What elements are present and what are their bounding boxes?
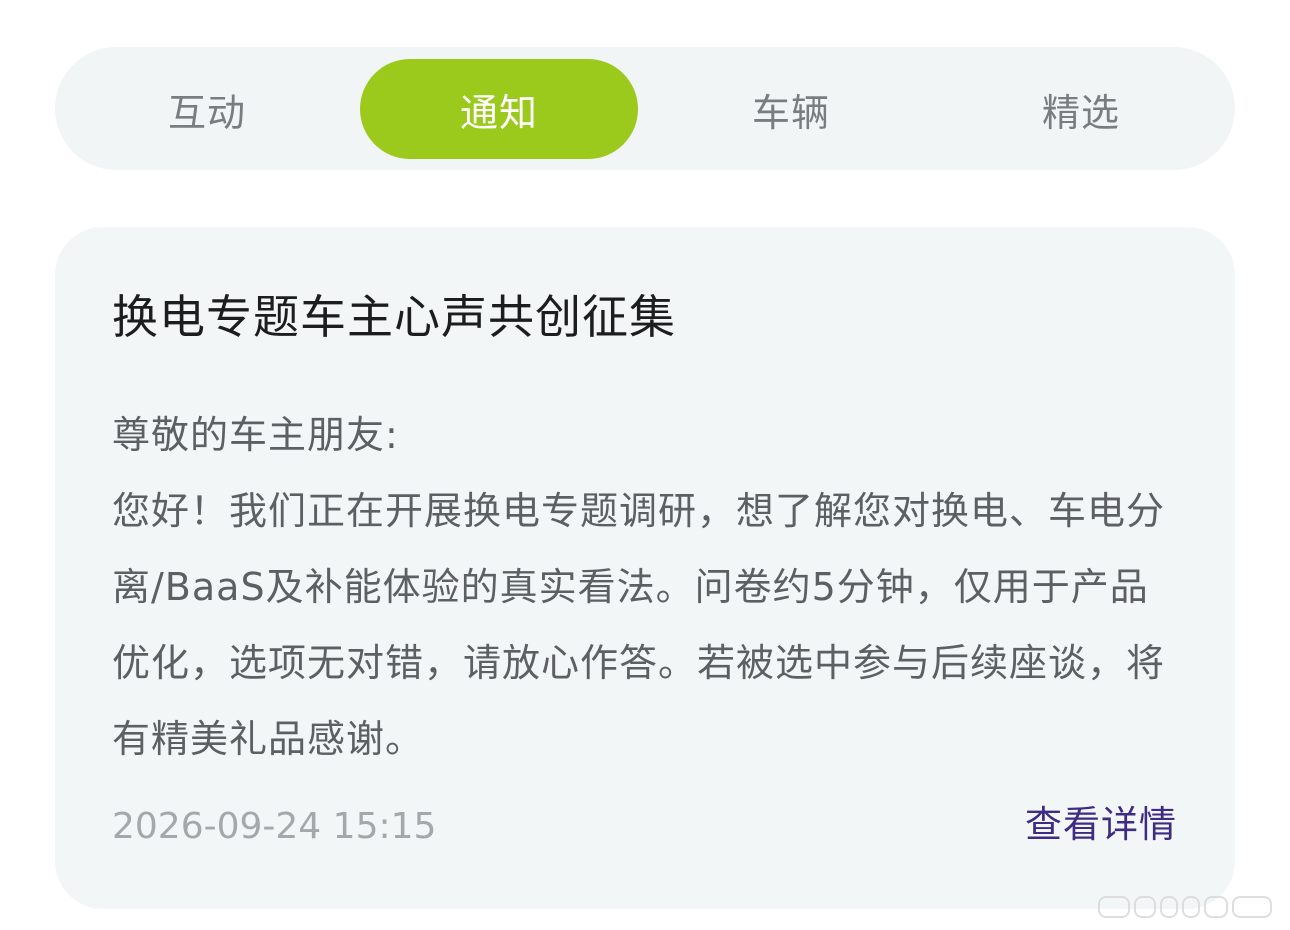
tab-vehicle[interactable]: 车辆 bbox=[652, 59, 930, 159]
tab-bar: 互动 通知 车辆 精选 bbox=[55, 47, 1235, 170]
notification-timestamp: 2026-09-24 15:15 bbox=[112, 806, 437, 847]
notification-card[interactable]: 换电专题车主心声共创征集 尊敬的车主朋友: 您好！我们正在开展换电专题调研，想了… bbox=[55, 227, 1235, 909]
watermark-logo bbox=[1098, 896, 1278, 918]
notification-title: 换电专题车主心声共创征集 bbox=[112, 290, 676, 344]
notification-greeting: 尊敬的车主朋友: bbox=[112, 413, 399, 457]
notification-body: 尊敬的车主朋友: 您好！我们正在开展换电专题调研，想了解您对换电、车电分离/Ba… bbox=[112, 397, 1182, 777]
tab-interaction[interactable]: 互动 bbox=[68, 59, 346, 159]
tab-notification[interactable]: 通知 bbox=[360, 59, 638, 159]
tab-featured[interactable]: 精选 bbox=[942, 59, 1220, 159]
view-details-link[interactable]: 查看详情 bbox=[1025, 803, 1177, 847]
notification-content: 您好！我们正在开展换电专题调研，想了解您对换电、车电分离/BaaS及补能体验的真… bbox=[112, 489, 1166, 761]
